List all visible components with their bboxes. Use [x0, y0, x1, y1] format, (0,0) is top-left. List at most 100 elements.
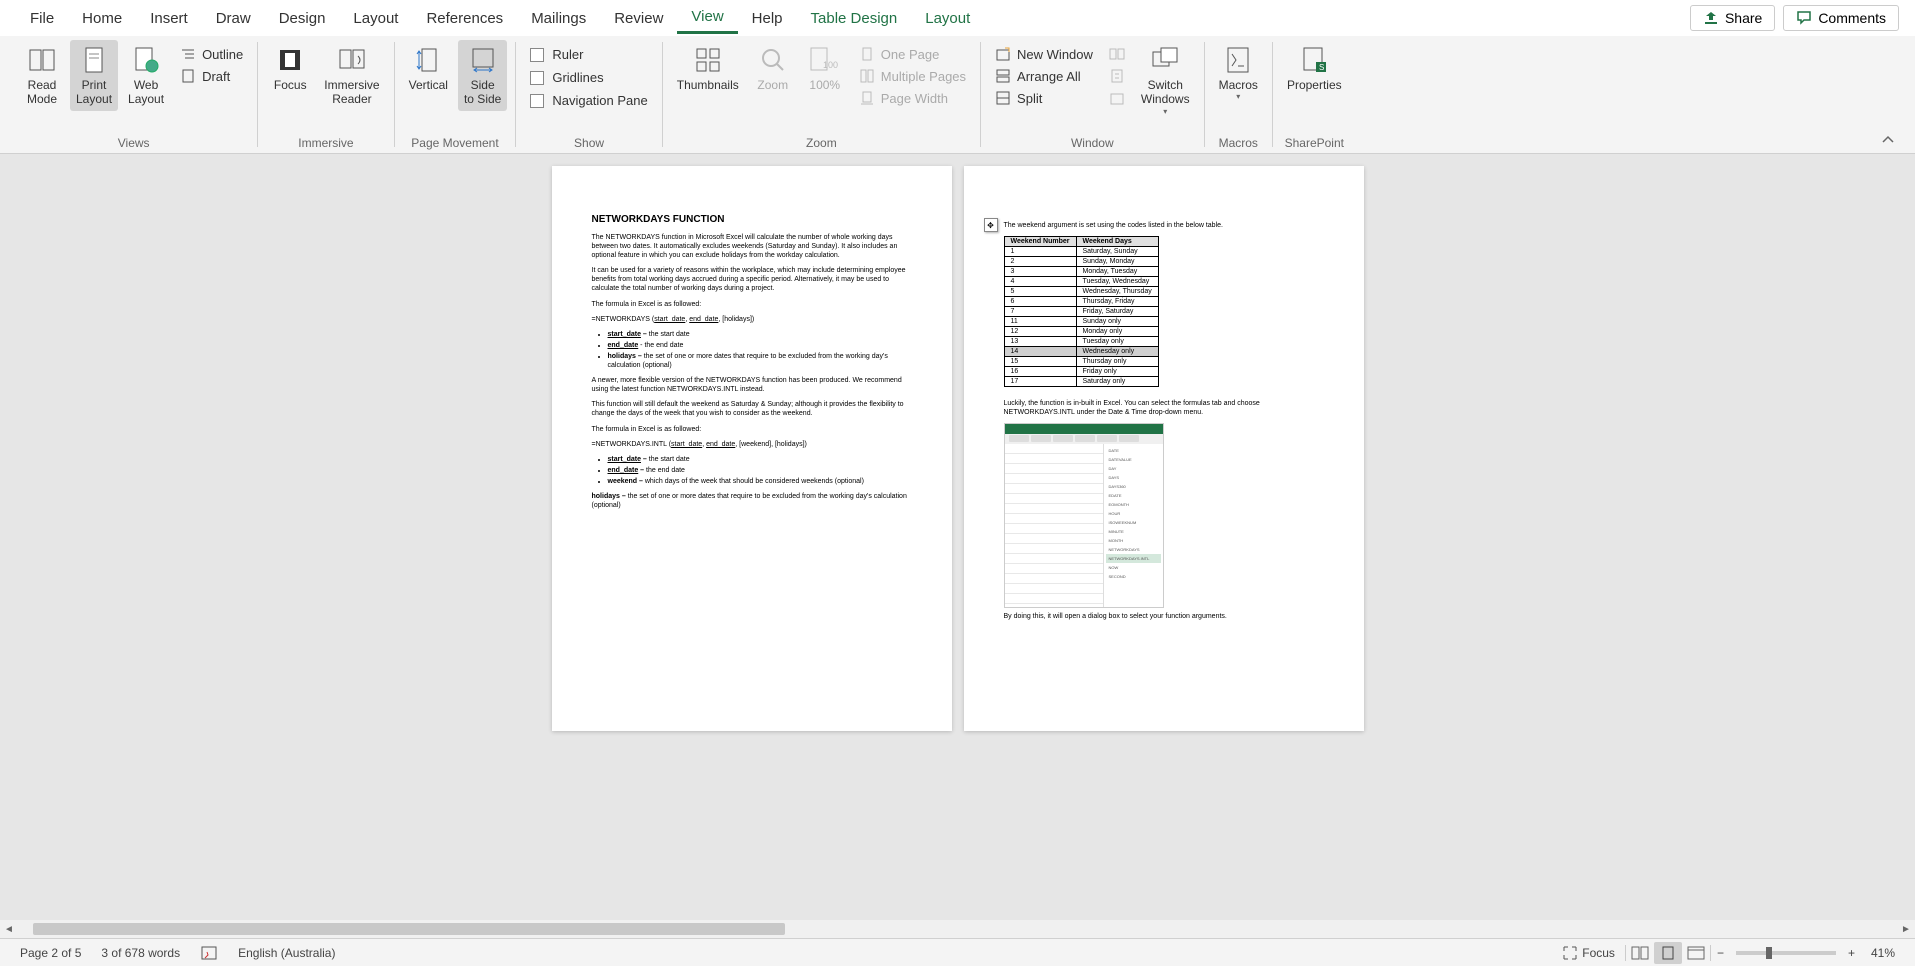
hundred-icon: 100 [809, 46, 841, 74]
tab-help[interactable]: Help [738, 4, 797, 33]
tab-review[interactable]: Review [600, 4, 677, 33]
collapse-ribbon-button[interactable] [1871, 127, 1905, 153]
focus-mode-button[interactable]: Focus [1552, 945, 1625, 961]
svg-text:S: S [1319, 63, 1324, 72]
tab-table-layout[interactable]: Layout [911, 4, 984, 33]
properties-button[interactable]: S Properties [1281, 40, 1348, 96]
page-width-button[interactable]: Page Width [853, 88, 972, 108]
web-layout-button[interactable]: Web Layout [122, 40, 170, 111]
read-view-icon [1631, 946, 1649, 960]
table-row[interactable]: 6Thursday, Friday [1004, 297, 1158, 307]
checkbox-icon [530, 94, 544, 108]
language[interactable]: English (Australia) [228, 946, 345, 960]
comments-button[interactable]: Comments [1783, 5, 1899, 31]
svg-text:100: 100 [823, 60, 838, 70]
doc-paragraph: holidays – the set of one or more dates … [592, 492, 912, 510]
focus-small-icon [1562, 945, 1578, 961]
tab-insert[interactable]: Insert [136, 4, 202, 33]
word-count[interactable]: 3 of 678 words [91, 946, 190, 960]
tab-references[interactable]: References [412, 4, 517, 33]
chevron-down-icon: ▾ [1163, 107, 1167, 116]
focus-button[interactable]: Focus [266, 40, 314, 96]
one-page-button[interactable]: One Page [853, 44, 972, 64]
tab-mailings[interactable]: Mailings [517, 4, 600, 33]
tab-draw[interactable]: Draw [202, 4, 265, 33]
draft-button[interactable]: Draft [174, 66, 249, 86]
tab-table-design[interactable]: Table Design [797, 4, 912, 33]
draft-icon [180, 68, 196, 84]
table-row[interactable]: 4Tuesday, Wednesday [1004, 277, 1158, 287]
table-row[interactable]: 13Tuesday only [1004, 337, 1158, 347]
table-row[interactable]: 14Wednesday only [1004, 347, 1158, 357]
zoom-slider[interactable] [1736, 951, 1836, 955]
arrange-all-button[interactable]: Arrange All [989, 66, 1099, 86]
table-row[interactable]: 2Sunday, Monday [1004, 257, 1158, 267]
scroll-thumb[interactable] [33, 923, 785, 935]
outline-button[interactable]: Outline [174, 44, 249, 64]
vertical-button[interactable]: Vertical [403, 40, 454, 96]
tab-home[interactable]: Home [68, 4, 136, 33]
share-button[interactable]: Share [1690, 5, 1775, 31]
macros-button[interactable]: Macros ▾ [1213, 40, 1264, 105]
book-proof-icon [200, 944, 218, 962]
doc-paragraph: A newer, more flexible version of the NE… [592, 376, 912, 394]
multiple-pages-button[interactable]: Multiple Pages [853, 66, 972, 86]
table-row[interactable]: 17Saturday only [1004, 377, 1158, 387]
view-side-by-side-button[interactable] [1103, 44, 1131, 64]
tab-design[interactable]: Design [265, 4, 340, 33]
table-row[interactable]: 5Wednesday, Thursday [1004, 287, 1158, 297]
zoom-button[interactable]: Zoom [749, 40, 797, 96]
switch-windows-button[interactable]: Switch Windows ▾ [1135, 40, 1196, 120]
scroll-left-button[interactable]: ◄ [0, 920, 18, 938]
split-button[interactable]: Split [989, 88, 1099, 108]
read-mode-button[interactable]: Read Mode [18, 40, 66, 111]
table-row[interactable]: 7Friday, Saturday [1004, 307, 1158, 317]
scroll-right-button[interactable]: ► [1897, 920, 1915, 938]
thumbnails-button[interactable]: Thumbnails [671, 40, 745, 96]
web-view-button[interactable] [1682, 942, 1710, 964]
new-window-button[interactable]: New Window [989, 44, 1099, 64]
immersive-reader-button[interactable]: Immersive Reader [318, 40, 385, 111]
zoom-level[interactable]: 41% [1861, 946, 1905, 960]
table-row[interactable]: 1Saturday, Sunday [1004, 247, 1158, 257]
spelling-button[interactable] [190, 944, 228, 962]
print-view-button[interactable] [1654, 942, 1682, 964]
scroll-track[interactable] [18, 923, 1897, 935]
zoom-slider-thumb[interactable] [1766, 947, 1772, 959]
multi-page-icon [859, 68, 875, 84]
zoom-in-button[interactable]: + [1842, 946, 1861, 960]
chevron-up-icon [1881, 133, 1895, 147]
gridlines-checkbox[interactable]: Gridlines [524, 67, 653, 88]
group-label-window: Window [989, 136, 1196, 153]
statusbar: Page 2 of 5 3 of 678 words English (Aust… [0, 938, 1915, 966]
doc-paragraph: It can be used for a variety of reasons … [592, 266, 912, 293]
tab-file[interactable]: File [16, 4, 68, 33]
group-macros: Macros ▾ Macros [1205, 36, 1272, 153]
table-row[interactable]: 16Friday only [1004, 367, 1158, 377]
group-label-show: Show [524, 136, 653, 153]
sync-scroll-button[interactable] [1103, 66, 1131, 86]
side-icon [469, 46, 497, 74]
horizontal-scrollbar[interactable]: ◄ ► [0, 920, 1915, 938]
tab-view[interactable]: View [677, 2, 737, 34]
hundred-button[interactable]: 100 100% [801, 40, 849, 96]
table-row[interactable]: 15Thursday only [1004, 357, 1158, 367]
table-row[interactable]: 11Sunday only [1004, 317, 1158, 327]
print-layout-button[interactable]: Print Layout [70, 40, 118, 111]
tab-layout[interactable]: Layout [339, 4, 412, 33]
weekend-codes-table[interactable]: Weekend NumberWeekend Days 1Saturday, Su… [1004, 236, 1159, 387]
group-label-zoom: Zoom [671, 136, 972, 153]
checkbox-icon [530, 48, 544, 62]
split-icon [995, 90, 1011, 106]
table-row[interactable]: 3Monday, Tuesday [1004, 267, 1158, 277]
zoom-out-button[interactable]: − [1711, 946, 1730, 960]
document-area[interactable]: NETWORKDAYS FUNCTION The NETWORKDAYS fun… [0, 154, 1915, 938]
table-row[interactable]: 12Monday only [1004, 327, 1158, 337]
read-view-button[interactable] [1626, 942, 1654, 964]
nav-pane-checkbox[interactable]: Navigation Pane [524, 90, 653, 111]
ruler-checkbox[interactable]: Ruler [524, 44, 653, 65]
reset-window-button[interactable] [1103, 88, 1131, 108]
table-move-handle[interactable]: ✥ [984, 218, 998, 232]
side-to-side-button[interactable]: Side to Side [458, 40, 507, 111]
page-count[interactable]: Page 2 of 5 [10, 946, 91, 960]
